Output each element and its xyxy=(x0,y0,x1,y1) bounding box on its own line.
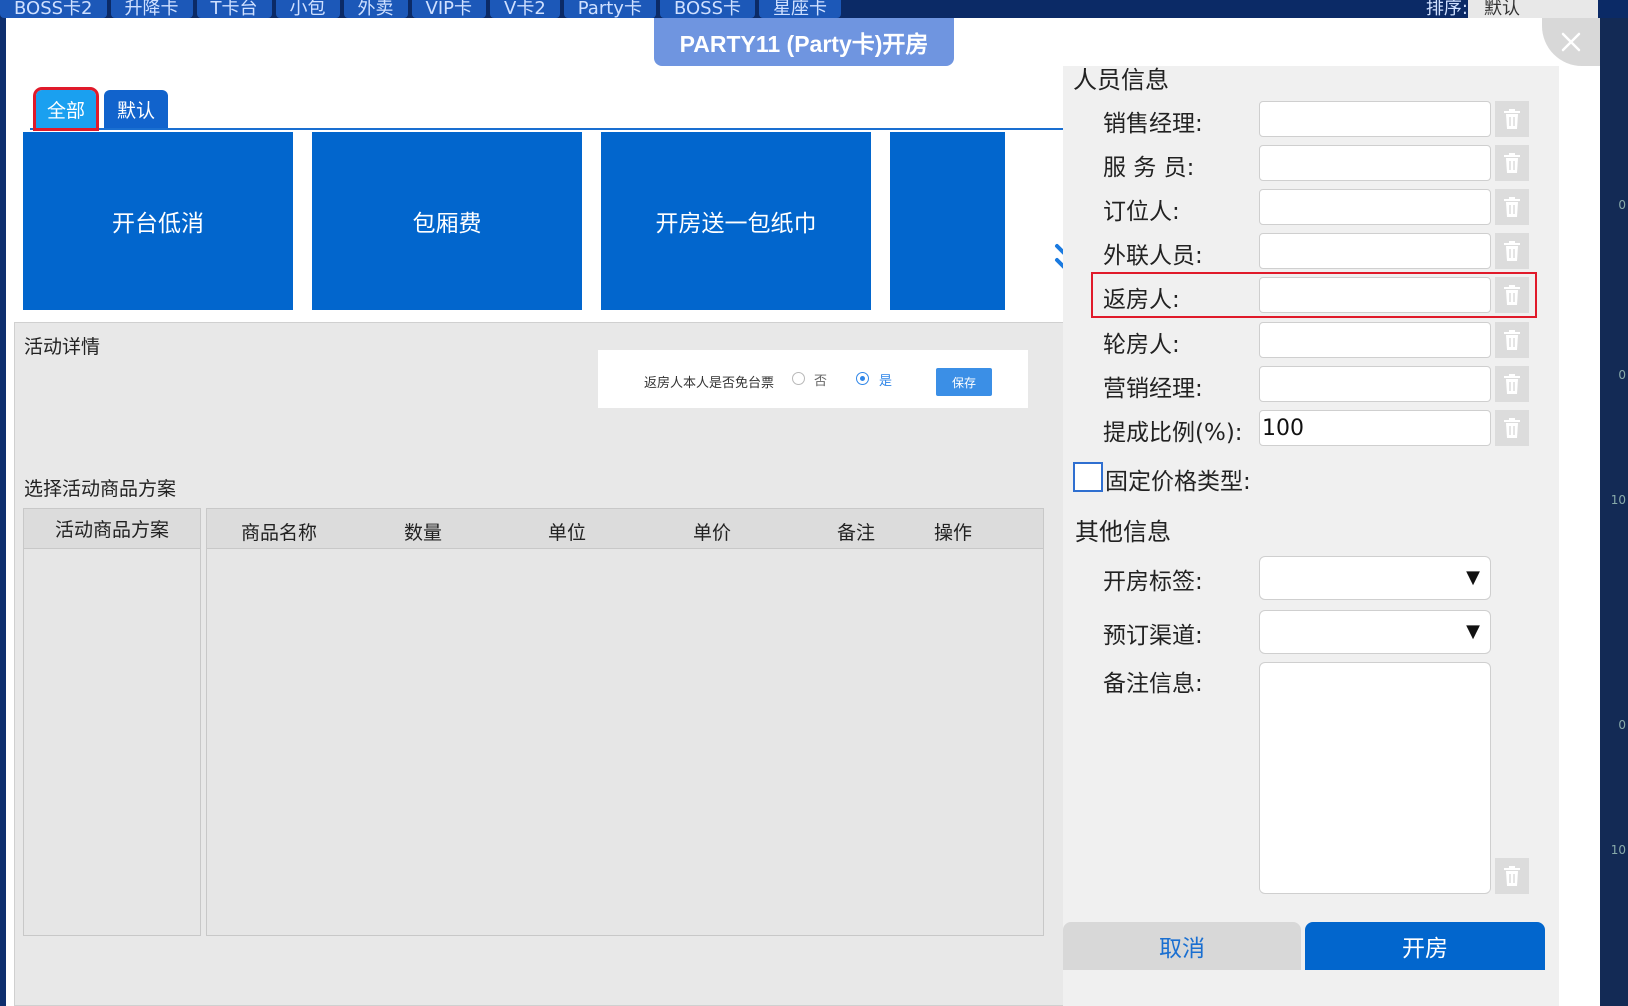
label-rotation-person: 轮房人: xyxy=(1103,332,1180,358)
close-icon xyxy=(1561,32,1581,52)
activity-detail-heading: 活动详情 xyxy=(24,336,101,358)
background-tab[interactable]: BOSS卡2 xyxy=(0,0,107,18)
radio-yes-label: 是 xyxy=(879,374,893,389)
trash-icon[interactable] xyxy=(1495,145,1529,181)
background-tab[interactable]: 外卖 xyxy=(343,0,408,18)
tab-all[interactable]: 全部 xyxy=(33,87,99,131)
radio-no-label: 否 xyxy=(814,374,828,389)
booking-channel-select[interactable]: ▼ xyxy=(1259,610,1491,654)
label-booking-channel: 预订渠道: xyxy=(1103,623,1203,649)
open-tag-select[interactable]: ▼ xyxy=(1259,556,1491,600)
fixed-price-checkbox[interactable] xyxy=(1073,462,1103,492)
label-sales-manager: 销售经理: xyxy=(1103,111,1203,137)
booker-input[interactable] xyxy=(1259,189,1491,225)
radio-yes[interactable] xyxy=(856,372,869,385)
goods-plan-list-header: 活动商品方案 xyxy=(24,509,200,549)
background-tab-strip: BOSS卡2 升降卡 T卡台 小包 外卖 VIP卡 V卡2 Party卡 BOS… xyxy=(0,0,1628,18)
background-tab[interactable]: VIP卡 xyxy=(411,0,486,18)
dialog-title: PARTY11 (Party卡)开房 xyxy=(654,18,954,66)
column-quantity: 数量 xyxy=(404,522,443,544)
activity-tile-partial[interactable] xyxy=(890,132,1005,310)
goods-plan-list: 活动商品方案 xyxy=(23,508,201,936)
close-button[interactable] xyxy=(1542,18,1600,66)
background-count: 0 xyxy=(1618,368,1626,382)
tab-default[interactable]: 默认 xyxy=(104,90,168,128)
trash-icon[interactable] xyxy=(1495,189,1529,225)
open-room-dialog: PARTY11 (Party卡)开房 全部 默认 开台低消 包厢费 开房送一包纸… xyxy=(6,18,1600,1006)
activity-tile[interactable]: 开台低消 xyxy=(23,132,293,310)
trash-icon[interactable] xyxy=(1495,322,1529,358)
save-button[interactable]: 保存 xyxy=(936,368,992,396)
rotation-person-input[interactable] xyxy=(1259,322,1491,358)
label-return-person: 返房人: xyxy=(1103,287,1180,313)
open-room-button[interactable]: 开房 xyxy=(1305,922,1545,970)
label-remark: 备注信息: xyxy=(1103,671,1203,697)
activity-tile[interactable]: 包厢费 xyxy=(312,132,582,310)
free-ticket-question: 返房人本人是否免台票 xyxy=(644,376,775,391)
personnel-panel: 人员信息 销售经理: 服 务 员: 订位人: 外联人员: 返房人: 轮房人: 营… xyxy=(1063,66,1559,1006)
background-tab[interactable]: V卡2 xyxy=(490,0,560,18)
label-commission-rate: 提成比例(%): xyxy=(1103,420,1243,446)
trash-icon[interactable] xyxy=(1495,101,1529,137)
goods-table: 商品名称 数量 单位 单价 备注 操作 xyxy=(206,508,1044,936)
background-tab[interactable]: 升降卡 xyxy=(110,0,193,18)
column-unit: 单位 xyxy=(548,522,587,544)
liaison-input[interactable] xyxy=(1259,233,1491,269)
trash-icon[interactable] xyxy=(1495,366,1529,402)
trash-icon[interactable] xyxy=(1495,410,1529,446)
waiter-input[interactable] xyxy=(1259,145,1491,181)
activity-detail-box: 返房人本人是否免台票 否 是 保存 xyxy=(598,350,1028,408)
column-price: 单价 xyxy=(693,522,732,544)
background-tab[interactable]: 星座卡 xyxy=(759,0,842,18)
label-liaison: 外联人员: xyxy=(1103,243,1203,269)
return-person-input[interactable] xyxy=(1259,277,1491,313)
category-tabs: 全部 默认 xyxy=(30,70,1090,131)
background-sort-select[interactable]: 默认 xyxy=(1468,0,1598,18)
other-info-heading: 其他信息 xyxy=(1075,518,1171,546)
personnel-heading: 人员信息 xyxy=(1073,66,1169,94)
label-waiter: 服 务 员: xyxy=(1103,155,1195,181)
remark-textarea[interactable] xyxy=(1259,662,1491,894)
background-count: 10 xyxy=(1610,843,1626,857)
radio-no[interactable] xyxy=(792,372,805,385)
marketing-manager-input[interactable] xyxy=(1259,366,1491,402)
column-action: 操作 xyxy=(934,522,973,544)
column-remark: 备注 xyxy=(837,522,876,544)
label-booker: 订位人: xyxy=(1103,199,1180,225)
background-tab[interactable]: T卡台 xyxy=(196,0,272,18)
goods-table-header: 商品名称 数量 单位 单价 备注 操作 xyxy=(207,509,1043,549)
background-count: 0 xyxy=(1618,198,1626,212)
trash-icon[interactable] xyxy=(1495,858,1529,894)
background-sort-label: 排序: xyxy=(1425,0,1468,19)
background-tab[interactable]: Party卡 xyxy=(563,0,656,18)
label-open-tag: 开房标签: xyxy=(1103,569,1203,595)
fixed-price-label: 固定价格类型: xyxy=(1105,469,1251,495)
background-tab[interactable]: BOSS卡 xyxy=(659,0,756,18)
sales-manager-input[interactable] xyxy=(1259,101,1491,137)
background-count: 0 xyxy=(1618,718,1626,732)
dropdown-caret-icon: ▼ xyxy=(1466,621,1480,642)
background-tab[interactable]: 小包 xyxy=(275,0,340,18)
column-goods-name: 商品名称 xyxy=(241,522,318,544)
label-marketing-manager: 营销经理: xyxy=(1103,376,1203,402)
trash-icon[interactable] xyxy=(1495,233,1529,269)
cancel-button[interactable]: 取消 xyxy=(1063,922,1301,970)
dropdown-caret-icon: ▼ xyxy=(1466,567,1480,588)
trash-icon[interactable] xyxy=(1495,277,1529,313)
background-right-edge: 0 0 10 0 10 xyxy=(1600,18,1628,1006)
background-count: 10 xyxy=(1610,493,1626,507)
goods-plan-heading: 选择活动商品方案 xyxy=(24,478,177,500)
activity-tile[interactable]: 开房送一包纸巾 xyxy=(601,132,871,310)
commission-rate-input[interactable]: 100 xyxy=(1259,410,1491,446)
